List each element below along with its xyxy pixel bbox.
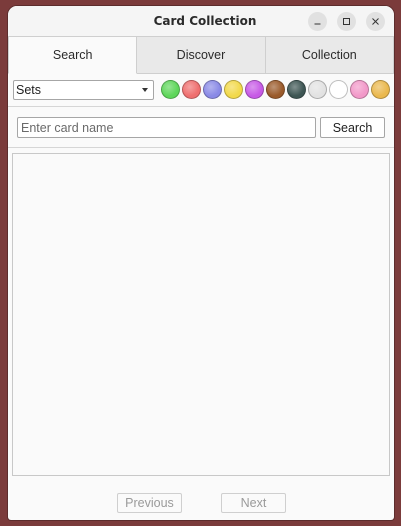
color-swatch-pink[interactable] bbox=[350, 80, 369, 99]
previous-button[interactable]: Previous bbox=[117, 493, 182, 513]
results-area[interactable] bbox=[12, 153, 390, 476]
color-swatch-white[interactable] bbox=[329, 80, 348, 99]
filter-row: Sets bbox=[13, 80, 391, 100]
divider bbox=[8, 147, 394, 148]
color-swatch-red[interactable] bbox=[182, 80, 201, 99]
color-swatch-light-gray[interactable] bbox=[308, 80, 327, 99]
divider bbox=[8, 106, 394, 107]
color-swatches bbox=[161, 80, 390, 100]
app-window: Card Collection Search Discover Collecti… bbox=[8, 6, 394, 520]
chevron-down-icon bbox=[142, 88, 148, 92]
maximize-icon bbox=[343, 18, 350, 25]
tab-collection[interactable]: Collection bbox=[264, 36, 394, 73]
minimize-button[interactable] bbox=[308, 12, 327, 31]
color-swatch-green[interactable] bbox=[161, 80, 180, 99]
set-select[interactable]: Sets bbox=[13, 80, 154, 100]
set-select-value: Sets bbox=[16, 83, 42, 97]
card-name-input[interactable] bbox=[17, 117, 316, 138]
color-swatch-dark-teal[interactable] bbox=[287, 80, 306, 99]
color-swatch-purple[interactable] bbox=[245, 80, 264, 99]
title-bar: Card Collection bbox=[8, 6, 394, 36]
close-icon bbox=[372, 18, 379, 25]
color-swatch-gold[interactable] bbox=[371, 80, 390, 99]
tab-bar: Search Discover Collection bbox=[8, 36, 394, 74]
tab-search[interactable]: Search bbox=[8, 36, 138, 74]
maximize-button[interactable] bbox=[337, 12, 356, 31]
next-button[interactable]: Next bbox=[221, 493, 286, 513]
color-swatch-brown[interactable] bbox=[266, 80, 285, 99]
tab-discover[interactable]: Discover bbox=[136, 36, 266, 73]
color-swatch-blue[interactable] bbox=[203, 80, 222, 99]
close-button[interactable] bbox=[366, 12, 385, 31]
minimize-icon bbox=[314, 23, 321, 25]
search-button[interactable]: Search bbox=[320, 117, 385, 138]
color-swatch-yellow[interactable] bbox=[224, 80, 243, 99]
